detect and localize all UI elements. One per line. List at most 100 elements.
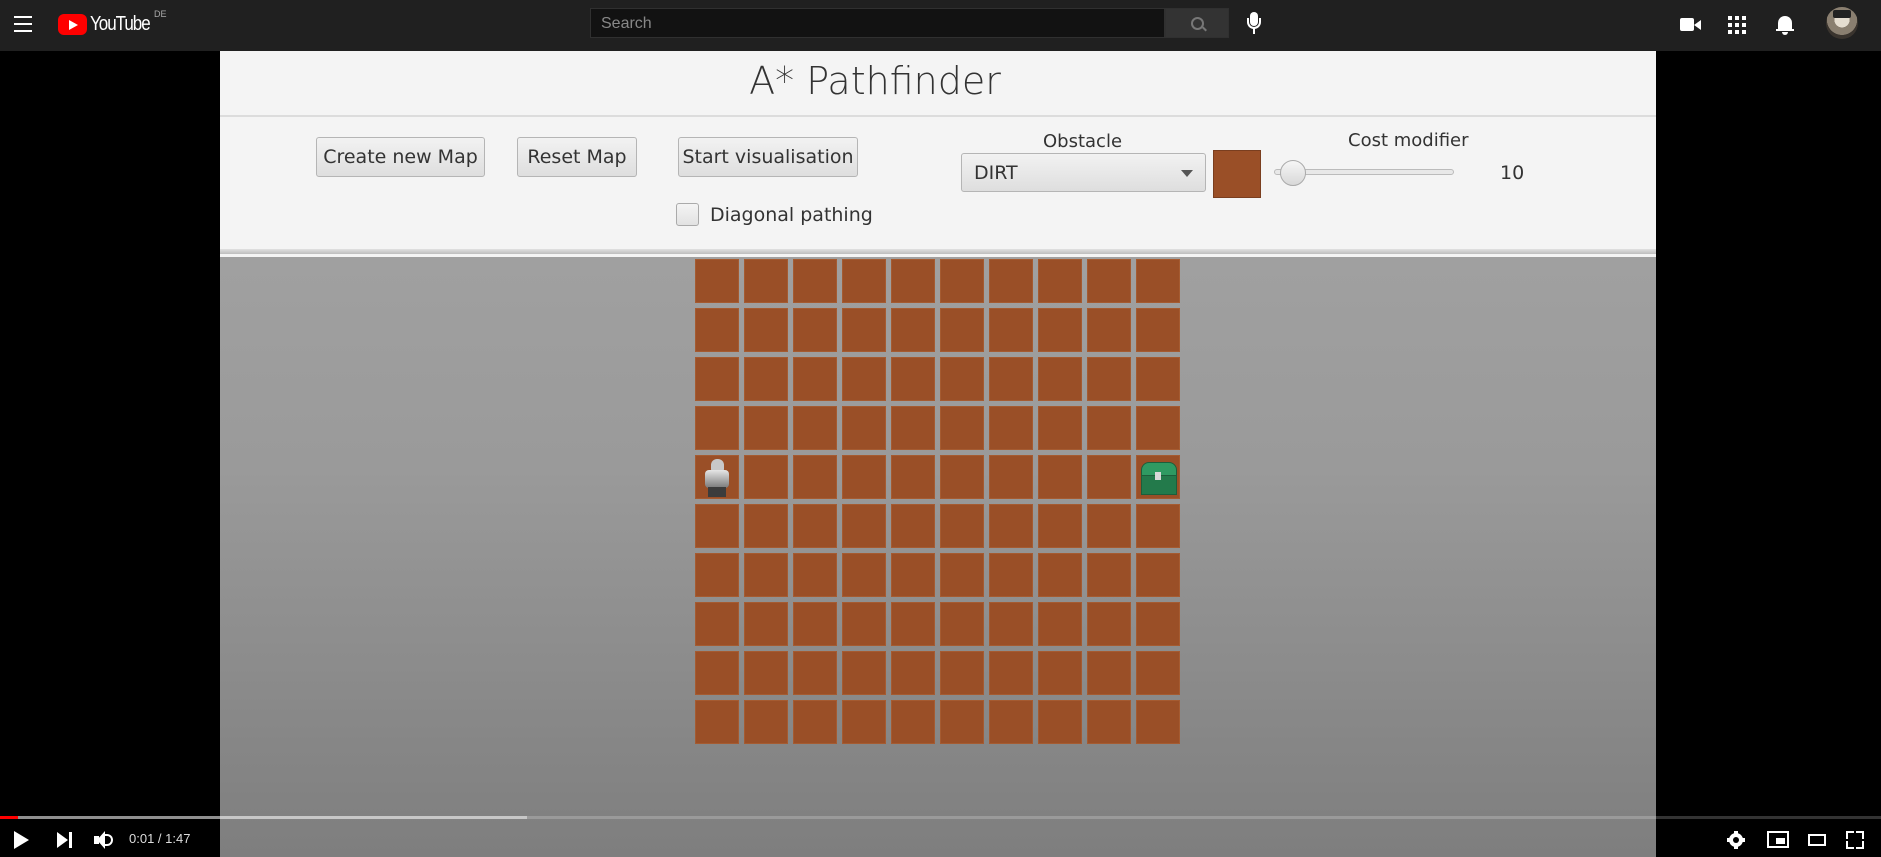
- grid-cell[interactable]: [793, 553, 837, 597]
- grid-cell[interactable]: [744, 259, 788, 303]
- grid-cell[interactable]: [793, 602, 837, 646]
- grid-cell[interactable]: [891, 357, 935, 401]
- grid-cell[interactable]: [744, 553, 788, 597]
- next-icon[interactable]: [57, 832, 73, 848]
- grid-cell[interactable]: [793, 504, 837, 548]
- grid-cell[interactable]: [695, 553, 739, 597]
- cost-modifier-slider-thumb[interactable]: [1280, 160, 1306, 186]
- notifications-icon[interactable]: [1776, 15, 1794, 35]
- grid-cell[interactable]: [842, 455, 886, 499]
- grid-cell[interactable]: [695, 308, 739, 352]
- video-player[interactable]: A* Pathfinder Create new Map Reset Map S…: [220, 51, 1656, 857]
- grid-cell[interactable]: [1038, 455, 1082, 499]
- grid-cell[interactable]: [842, 308, 886, 352]
- grid-cell[interactable]: [744, 308, 788, 352]
- progress-bar[interactable]: [0, 816, 1881, 819]
- grid-cell[interactable]: [989, 651, 1033, 695]
- menu-icon[interactable]: [14, 16, 32, 32]
- grid-cell[interactable]: [744, 455, 788, 499]
- grid-cell[interactable]: [989, 700, 1033, 744]
- grid-cell[interactable]: [940, 504, 984, 548]
- grid-cell[interactable]: [842, 651, 886, 695]
- grid-cell[interactable]: [842, 602, 886, 646]
- grid-cell[interactable]: [695, 504, 739, 548]
- grid-cell[interactable]: [1087, 308, 1131, 352]
- grid-cell[interactable]: [695, 700, 739, 744]
- grid-cell[interactable]: [793, 308, 837, 352]
- grid-cell[interactable]: [891, 455, 935, 499]
- grid-cell[interactable]: [940, 651, 984, 695]
- grid-cell[interactable]: [744, 406, 788, 450]
- grid-cell[interactable]: [1136, 406, 1180, 450]
- grid-cell[interactable]: [1136, 308, 1180, 352]
- grid-cell[interactable]: [891, 308, 935, 352]
- grid-cell[interactable]: [891, 504, 935, 548]
- grid-cell[interactable]: [793, 406, 837, 450]
- grid-cell[interactable]: [989, 357, 1033, 401]
- reset-map-button[interactable]: Reset Map: [517, 137, 637, 177]
- play-icon[interactable]: [14, 831, 29, 849]
- grid-cell[interactable]: [1038, 504, 1082, 548]
- grid-cell[interactable]: [842, 700, 886, 744]
- grid-cell[interactable]: [744, 651, 788, 695]
- grid-cell[interactable]: [891, 651, 935, 695]
- grid-cell[interactable]: [989, 455, 1033, 499]
- grid-cell[interactable]: [842, 504, 886, 548]
- search-input[interactable]: Search: [590, 8, 1165, 38]
- grid-cell[interactable]: [1136, 553, 1180, 597]
- grid-cell[interactable]: [940, 700, 984, 744]
- search-button[interactable]: [1165, 8, 1229, 38]
- grid-cell[interactable]: [989, 259, 1033, 303]
- grid-cell[interactable]: [793, 357, 837, 401]
- grid-cell[interactable]: [695, 602, 739, 646]
- grid-cell[interactable]: [1136, 455, 1180, 499]
- grid-cell[interactable]: [842, 406, 886, 450]
- grid-cell[interactable]: [1087, 602, 1131, 646]
- grid-cell[interactable]: [793, 455, 837, 499]
- obstacle-select[interactable]: DIRT: [961, 153, 1206, 192]
- grid-cell[interactable]: [989, 602, 1033, 646]
- grid-cell[interactable]: [1136, 651, 1180, 695]
- grid-cell[interactable]: [940, 259, 984, 303]
- grid-cell[interactable]: [940, 602, 984, 646]
- grid-cell[interactable]: [842, 357, 886, 401]
- grid-cell[interactable]: [940, 553, 984, 597]
- grid-cell[interactable]: [695, 259, 739, 303]
- grid-cell[interactable]: [1087, 504, 1131, 548]
- volume-icon[interactable]: [94, 830, 116, 850]
- grid-cell[interactable]: [744, 700, 788, 744]
- grid-cell[interactable]: [1087, 406, 1131, 450]
- youtube-logo[interactable]: YouTube DE: [58, 9, 167, 37]
- grid-cell[interactable]: [842, 259, 886, 303]
- create-new-map-button[interactable]: Create new Map: [316, 137, 485, 177]
- grid-cell[interactable]: [744, 357, 788, 401]
- miniplayer-icon[interactable]: [1767, 831, 1789, 848]
- grid-cell[interactable]: [1087, 700, 1131, 744]
- grid-cell[interactable]: [793, 651, 837, 695]
- grid-cell[interactable]: [989, 308, 1033, 352]
- grid-cell[interactable]: [793, 700, 837, 744]
- fullscreen-icon[interactable]: [1846, 831, 1864, 849]
- grid-cell[interactable]: [891, 406, 935, 450]
- grid-cell[interactable]: [1038, 259, 1082, 303]
- grid-cell[interactable]: [891, 259, 935, 303]
- grid-cell[interactable]: [842, 553, 886, 597]
- grid-cell[interactable]: [1038, 602, 1082, 646]
- grid-cell[interactable]: [940, 406, 984, 450]
- grid-cell[interactable]: [891, 553, 935, 597]
- grid-cell[interactable]: [695, 406, 739, 450]
- grid-cell[interactable]: [1038, 406, 1082, 450]
- avatar[interactable]: [1826, 7, 1858, 39]
- grid-cell[interactable]: [891, 602, 935, 646]
- grid-cell[interactable]: [1087, 357, 1131, 401]
- grid-cell[interactable]: [1038, 553, 1082, 597]
- create-video-icon[interactable]: [1680, 17, 1702, 33]
- grid-cell[interactable]: [989, 553, 1033, 597]
- theater-icon[interactable]: [1808, 834, 1826, 846]
- grid-cell[interactable]: [1087, 553, 1131, 597]
- grid-cell[interactable]: [891, 700, 935, 744]
- grid-cell[interactable]: [793, 259, 837, 303]
- grid-cell[interactable]: [695, 455, 739, 499]
- grid-cell[interactable]: [1136, 259, 1180, 303]
- mic-icon[interactable]: [1247, 12, 1261, 36]
